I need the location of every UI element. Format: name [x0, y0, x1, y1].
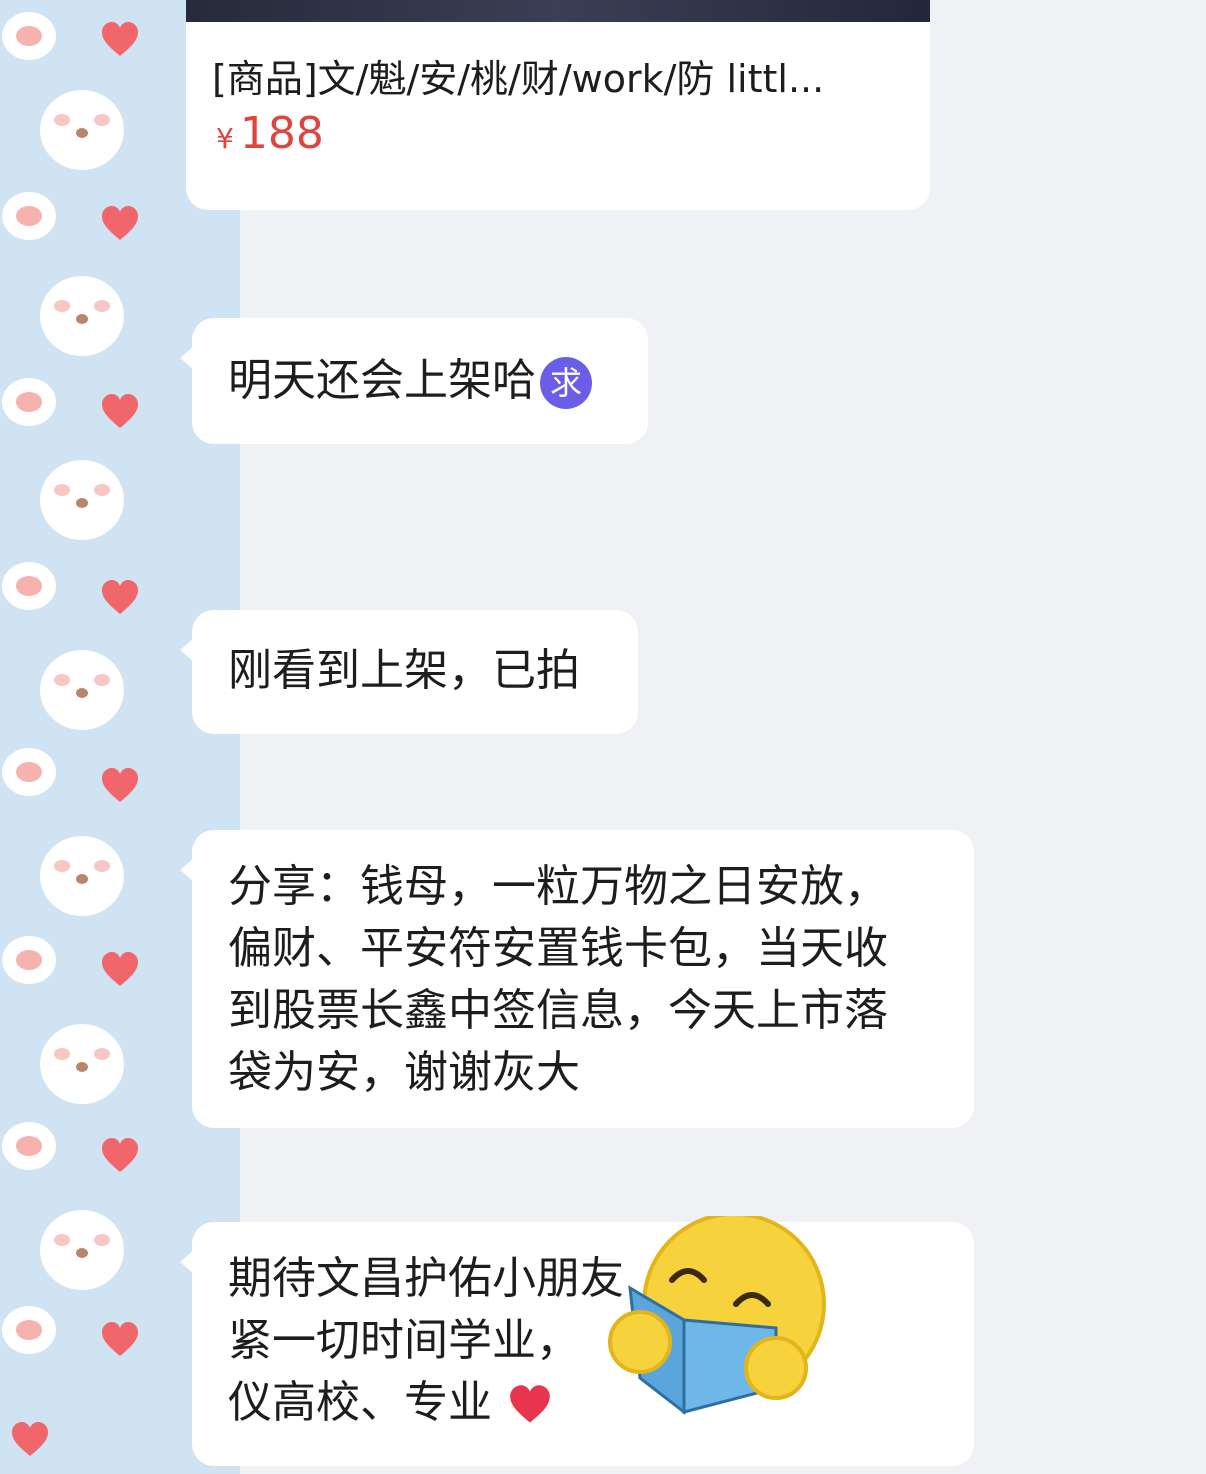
heart-icon [102, 206, 138, 240]
product-title: [商品]文/魁/安/桃/财/work/防 littl... [212, 57, 825, 101]
message-text: 明天还会上架哈 [228, 355, 536, 406]
bear-face-icon [40, 650, 124, 730]
message-bubble[interactable]: 期待文昌护佑小朋友 紧一切时间学业， 仪高校、专业 [180, 1222, 974, 1466]
beg-emoji-icon: 求 [540, 357, 592, 409]
paw-icon [6, 1126, 52, 1166]
product-card[interactable]: [商品]文/魁/安/桃/财/work/防 littl... ¥188 [186, 22, 930, 210]
paw-icon [6, 752, 52, 792]
bear-face-icon [40, 836, 124, 916]
bear-face-icon [40, 1210, 124, 1290]
message-bubble[interactable]: 刚看到上架，已拍 [180, 610, 638, 734]
paw-icon [6, 566, 52, 606]
message-line: 到股票长鑫中签信息，今天上市落 [228, 985, 888, 1036]
heart-icon [102, 952, 138, 986]
message-bubble[interactable]: 分享：钱母，一粒万物之日安放， 偏财、平安符安置钱卡包，当天收 到股票长鑫中签信… [180, 830, 974, 1128]
message-text: 仪高校、专业 [228, 1377, 492, 1428]
heart-icon [12, 1422, 48, 1456]
reading-face-sticker-icon [608, 1216, 826, 1416]
bear-face-icon [40, 276, 124, 356]
message-line: 紧一切时间学业， [228, 1315, 580, 1366]
product-price: ¥188 [216, 108, 324, 159]
heart-emoji-icon [510, 1385, 550, 1423]
price-value: 188 [239, 108, 324, 159]
paw-icon [6, 196, 52, 236]
product-image[interactable] [186, 0, 930, 22]
message-text: 刚看到上架，已拍 [228, 645, 580, 696]
message-line: 期待文昌护佑小朋友 [228, 1253, 624, 1304]
bear-face-icon [40, 1024, 124, 1104]
message-line-with-emoji: 仪高校、专业 [228, 1372, 938, 1434]
message-line: 袋为安，谢谢灰大 [228, 1047, 580, 1098]
heart-icon [102, 394, 138, 428]
message-bubble[interactable]: 明天还会上架哈求 [180, 318, 648, 444]
paw-icon [6, 940, 52, 980]
paw-icon [6, 1310, 52, 1350]
paw-icon [6, 16, 52, 56]
heart-icon [102, 1322, 138, 1356]
message-line: 分享：钱母，一粒万物之日安放， [228, 861, 888, 912]
currency-symbol: ¥ [216, 122, 234, 155]
heart-icon [102, 22, 138, 56]
paw-icon [6, 382, 52, 422]
heart-icon [102, 580, 138, 614]
bear-face-icon [40, 90, 124, 170]
heart-icon [102, 1138, 138, 1172]
bear-face-icon [40, 460, 124, 540]
message-line: 偏财、平安符安置钱卡包，当天收 [228, 923, 888, 974]
heart-icon [102, 768, 138, 802]
